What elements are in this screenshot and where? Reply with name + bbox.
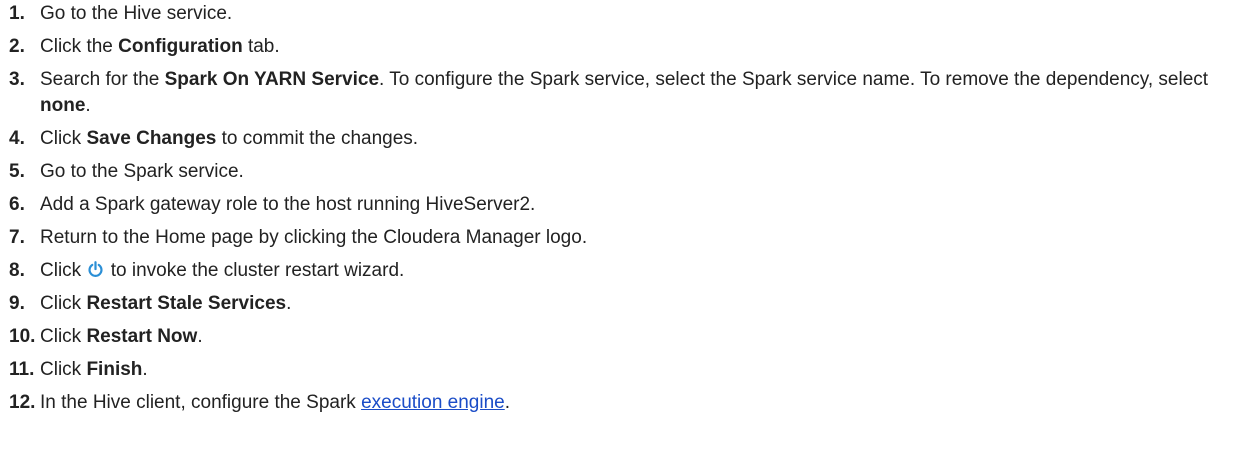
- step-number: 3.: [9, 69, 25, 90]
- step-text: Go to the Hive service.: [40, 3, 233, 24]
- step-text: to invoke the cluster restart wizard.: [105, 260, 405, 281]
- instruction-steps: 1. Go to the Hive service. 2. Click the …: [0, 0, 1260, 416]
- none-option-label: none: [40, 95, 86, 116]
- finish-label: Finish: [86, 359, 143, 380]
- step-1: 1. Go to the Hive service.: [0, 1, 1260, 27]
- step-number: 12.: [9, 392, 36, 413]
- step-2: 2. Click the Configuration tab.: [0, 34, 1260, 60]
- step-7: 7. Return to the Home page by clicking t…: [0, 225, 1260, 251]
- step-text: Click: [40, 359, 87, 380]
- step-4: 4. Click Save Changes to commit the chan…: [0, 126, 1260, 152]
- step-text: Click: [40, 326, 87, 347]
- step-text: . To configure the Spark service, select…: [379, 69, 1209, 90]
- step-text: .: [197, 326, 203, 347]
- power-icon[interactable]: [87, 261, 104, 278]
- step-number: 9.: [9, 293, 25, 314]
- execution-engine-link[interactable]: execution engine: [361, 392, 505, 413]
- step-text: .: [504, 392, 511, 413]
- step-11: 11. Click Finish.: [0, 357, 1260, 383]
- step-8: 8. Click to invoke the cluster restart w…: [0, 258, 1260, 284]
- step-text: Click: [40, 260, 87, 281]
- step-text: .: [142, 359, 148, 380]
- step-number: 11.: [9, 359, 35, 380]
- step-number: 4.: [9, 128, 25, 149]
- step-text: Click the: [40, 36, 119, 57]
- step-number: 6.: [9, 194, 25, 215]
- restart-stale-services-label: Restart Stale Services: [86, 293, 287, 314]
- step-number: 7.: [9, 227, 25, 248]
- step-number: 1.: [9, 3, 25, 24]
- step-12: 12. In the Hive client, configure the Sp…: [0, 390, 1260, 416]
- configuration-tab-label: Configuration: [118, 36, 243, 57]
- step-text: Search for the: [40, 69, 165, 90]
- step-text: .: [286, 293, 292, 314]
- step-text: Add a Spark gateway role to the host run…: [40, 194, 536, 215]
- step-text: Go to the Spark service.: [40, 161, 244, 182]
- restart-now-label: Restart Now: [86, 326, 198, 347]
- step-text: tab.: [242, 36, 280, 57]
- step-6: 6. Add a Spark gateway role to the host …: [0, 192, 1260, 218]
- step-text: Click: [40, 293, 87, 314]
- step-text: In the Hive client, configure the Spark: [40, 392, 362, 413]
- step-number: 8.: [9, 260, 25, 281]
- step-10: 10. Click Restart Now.: [0, 324, 1260, 350]
- step-3: 3. Search for the Spark On YARN Service.…: [0, 67, 1255, 119]
- save-changes-label: Save Changes: [86, 128, 217, 149]
- step-number: 5.: [9, 161, 25, 182]
- step-9: 9. Click Restart Stale Services.: [0, 291, 1260, 317]
- step-5: 5. Go to the Spark service.: [0, 159, 1260, 185]
- step-text: .: [85, 95, 91, 116]
- step-text: to commit the changes.: [216, 128, 419, 149]
- step-number: 10.: [9, 326, 36, 347]
- step-text: Return to the Home page by clicking the …: [40, 227, 588, 248]
- step-text: Click: [40, 128, 87, 149]
- step-number: 2.: [9, 36, 25, 57]
- spark-on-yarn-service-label: Spark On YARN Service: [164, 69, 380, 90]
